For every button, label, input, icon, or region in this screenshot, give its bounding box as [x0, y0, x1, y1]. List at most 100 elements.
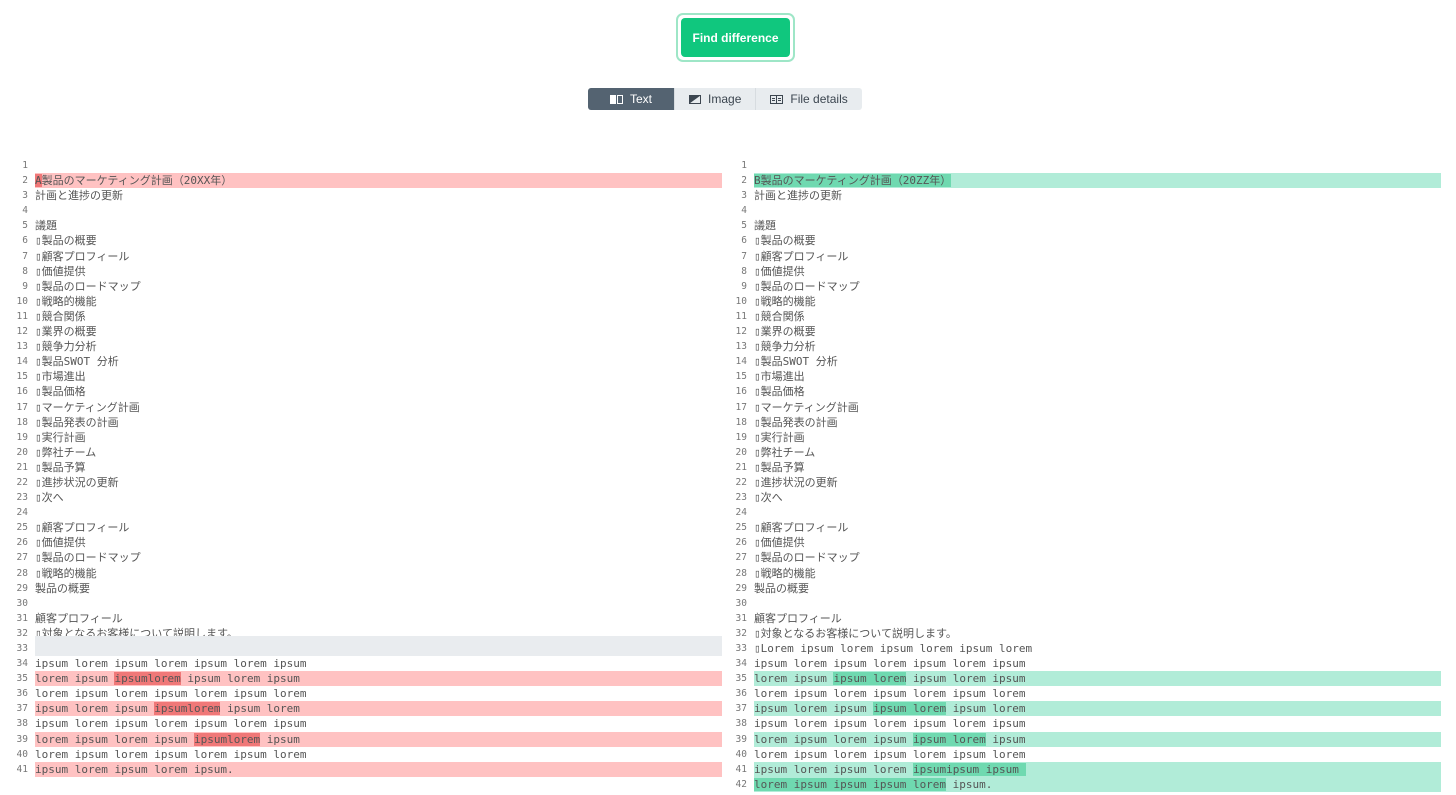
- text-segment: ▯製品のロードマップ: [35, 279, 141, 293]
- line-number: 33: [735, 643, 747, 654]
- line-number: 31: [735, 612, 747, 624]
- original-line: 2 A製品のマーケティング計画（20XX年）: [0, 173, 722, 189]
- line-number: 39: [735, 733, 747, 745]
- line-text: ▯製品予算: [35, 460, 722, 475]
- original-line: 40 lorem ipsum lorem ipsum lorem ipsum lo…: [0, 747, 722, 762]
- line-number: 28: [16, 567, 28, 579]
- text-segment: ▯実行計画: [754, 430, 805, 444]
- original-line: 31 顧客プロフィール: [0, 611, 722, 626]
- line-text: ▯戦略的機能: [35, 294, 722, 309]
- tab-file-details[interactable]: File details: [756, 88, 861, 110]
- find-difference-button[interactable]: Find difference: [681, 18, 790, 57]
- line-number: 22: [735, 476, 747, 488]
- line-number: 6: [22, 235, 28, 247]
- line-text: ▯製品のロードマップ: [35, 550, 722, 565]
- line-text: 計画と進捗の更新: [35, 188, 722, 203]
- changed-word: ipsumlorem: [114, 672, 181, 686]
- text-segment: ipsum lorem ipsum lorem ipsum lorem ipsu…: [754, 717, 1026, 731]
- line-number: 19: [735, 431, 747, 443]
- line-text: lorem ipsum lorem ipsum ipsum lorem ipsu…: [754, 731, 1441, 747]
- line-text: ▯顧客プロフィール: [35, 249, 722, 264]
- text-segment: ▯戦略的機能: [35, 294, 97, 308]
- original-line: 9 ▯製品のロードマップ: [0, 279, 722, 294]
- line-text: ▯マーケティング計画: [35, 400, 722, 415]
- text-segment: ▯競合関係: [754, 309, 805, 323]
- tab-text[interactable]: Text: [588, 88, 676, 110]
- line-text: lorem ipsum lorem ipsum lorem ipsum lore…: [754, 686, 1441, 701]
- changed-text-pane[interactable]: 1 2 B製品のマーケティング計画（20ZZ年） 3 計画と進捗の更新 4 5 議題 6 ▯製品の…: [728, 158, 1441, 792]
- line-number: 20: [735, 446, 747, 458]
- original-text-pane[interactable]: 1 2 A製品のマーケティング計画（20XX年） 3 計画と進捗の更新 4 5 議題 6 ▯製品の…: [0, 158, 722, 777]
- line-number: 38: [16, 718, 28, 730]
- line-number: 25: [16, 522, 28, 534]
- line-number: 36: [735, 688, 747, 700]
- line-text: ▯価値提供: [35, 535, 722, 550]
- line-text: ipsum lorem ipsum lorem ipsum lorem ipsu…: [35, 656, 722, 671]
- line-number: 9: [741, 280, 747, 292]
- original-line: 19 ▯実行計画: [0, 430, 722, 445]
- file-details-icon: [770, 94, 784, 104]
- line-number: 26: [735, 537, 747, 549]
- line-text: 顧客プロフィール: [754, 611, 1441, 626]
- line-text: [754, 203, 1441, 218]
- line-number: 26: [16, 537, 28, 549]
- line-number: 16: [16, 386, 28, 398]
- line-text: ▯競合関係: [35, 309, 722, 324]
- line-text: ▯競争力分析: [754, 339, 1441, 354]
- changed-line: 21 ▯製品予算: [728, 460, 1441, 475]
- original-line: 41 ipsum lorem ipsum lorem ipsum.: [0, 761, 722, 777]
- view-mode-tabs: Text Image File details: [588, 88, 862, 110]
- original-line: 14 ▯製品SWOT 分析: [0, 354, 722, 369]
- changed-line: 40 lorem ipsum lorem ipsum lorem ipsum lo…: [728, 747, 1441, 762]
- line-number: 5: [741, 220, 747, 232]
- original-line: 38 ipsum lorem ipsum lorem ipsum lorem ip…: [0, 716, 722, 731]
- tab-text-label: Text: [630, 92, 653, 106]
- changed-line: 8 ▯価値提供: [728, 264, 1441, 279]
- changed-line: 38 ipsum lorem ipsum lorem ipsum lorem ip…: [728, 716, 1441, 731]
- text-segment: ▯製品のロードマップ: [754, 551, 860, 565]
- text-segment: ▯製品発表の計画: [35, 415, 119, 429]
- changed-word: 製品のマーケティング計画（20ZZ年）: [760, 174, 952, 188]
- line-number: 9: [22, 280, 28, 292]
- original-line: 11 ▯競合関係: [0, 309, 722, 324]
- text-segment: lorem ipsum lorem ipsum: [754, 732, 913, 746]
- text-segment: ▯製品のロードマップ: [754, 279, 860, 293]
- original-line: 39 lorem ipsum lorem ipsum ipsumlorem ips…: [0, 731, 722, 747]
- text-segment: ▯競合関係: [35, 309, 86, 323]
- tab-image[interactable]: Image: [675, 88, 757, 110]
- line-text: ▯顧客プロフィール: [35, 520, 722, 535]
- text-segment: ▯顧客プロフィール: [754, 521, 849, 535]
- changed-line: 4: [728, 203, 1441, 218]
- text-segment: ▯市場進出: [35, 370, 86, 384]
- changed-line: 2 B製品のマーケティング計画（20ZZ年）: [728, 173, 1441, 189]
- line-number: 41: [16, 763, 28, 775]
- line-text: ▯戦略的機能: [754, 566, 1441, 581]
- original-line: 17 ▯マーケティング計画: [0, 400, 722, 415]
- text-segment: ▯業界の概要: [35, 325, 97, 339]
- line-text: 顧客プロフィール: [35, 611, 722, 626]
- original-line: 36 lorem ipsum lorem ipsum lorem ipsum lo…: [0, 686, 722, 701]
- line-number: 29: [16, 582, 28, 594]
- text-segment: lorem ipsum lorem ipsum: [35, 732, 194, 746]
- line-text: ipsum lorem ipsum lorem ipsum lorem ipsu…: [35, 716, 722, 731]
- line-number: 21: [16, 461, 28, 473]
- line-number: 37: [16, 703, 28, 715]
- line-text: 議題: [35, 218, 722, 233]
- text-segment: ▯製品SWOT 分析: [35, 355, 119, 369]
- line-number: 42: [735, 778, 747, 790]
- line-text: ▯対象となるお客様について説明します。: [754, 626, 1441, 641]
- line-text: ▯進捗状況の更新: [35, 475, 722, 490]
- line-text: [35, 203, 722, 218]
- text-segment: ▯製品の概要: [35, 234, 97, 248]
- line-text: ▯競合関係: [754, 309, 1441, 324]
- line-text: 計画と進捗の更新: [754, 188, 1441, 203]
- text-segment: ipsum lorem ipsum: [180, 672, 300, 686]
- changed-word: ipsumlorem: [154, 702, 221, 716]
- changed-line: 33 ▯Lorem ipsum lorem ipsum lorem ipsum l…: [728, 641, 1441, 656]
- line-text: ▯価値提供: [754, 535, 1441, 550]
- line-number: 24: [735, 507, 747, 519]
- line-number: 8: [22, 265, 28, 277]
- line-number: 5: [22, 220, 28, 232]
- line-text: ▯進捗状況の更新: [754, 475, 1441, 490]
- line-text: B製品のマーケティング計画（20ZZ年）: [754, 173, 1441, 189]
